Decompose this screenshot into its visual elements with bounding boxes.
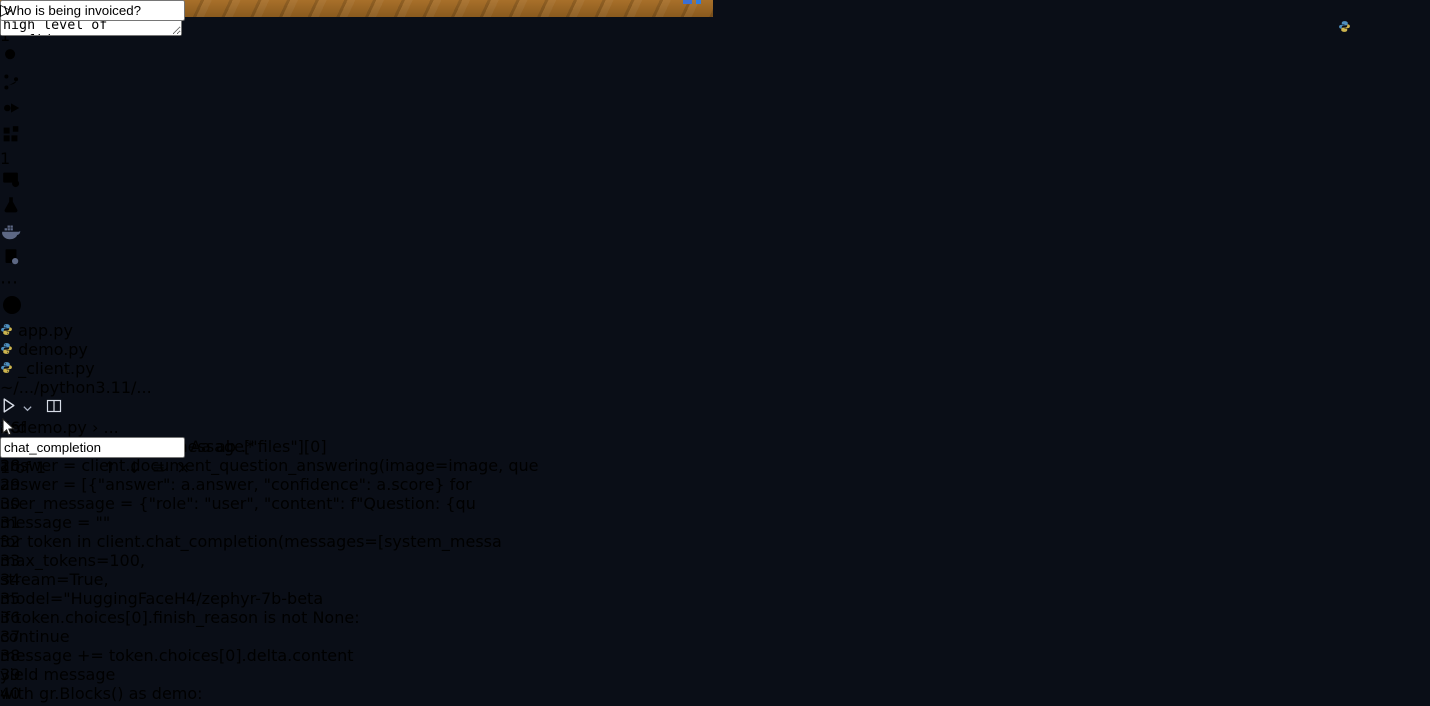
code-line[interactable]: for token in client.chat_completion(mess… <box>0 532 538 551</box>
code-line[interactable]: if token.choices[0].finish_reason is not… <box>0 608 538 627</box>
screen: Response With an extremely high level of… <box>0 0 1430 706</box>
code-line[interactable]: user_message = {"role": "user", "content… <box>0 494 538 513</box>
split-editor-button[interactable] <box>46 398 62 414</box>
code-line[interactable]: answer = [{"answer": a.answer, "confiden… <box>0 475 538 494</box>
find-widget: › Aa ab .* 1 of 1 ↑ ↓ ≡ × <box>0 418 254 477</box>
find-in-selection-icon[interactable]: ≡ <box>152 458 165 477</box>
run-dropdown-chevron-icon[interactable] <box>22 403 33 414</box>
mouse-cursor <box>0 418 18 440</box>
python-icon-partial-tab[interactable] <box>1338 20 1351 33</box>
browser-icon-fragment <box>696 0 701 4</box>
find-input[interactable] <box>0 437 185 458</box>
code-line[interactable]: continue <box>0 627 538 646</box>
desktop-gap <box>713 0 722 706</box>
tab-app-py[interactable]: app.py <box>0 321 144 340</box>
code-line[interactable]: stream=True, <box>0 570 538 589</box>
code-line[interactable]: message = "" <box>0 513 538 532</box>
whole-word-icon[interactable]: ab <box>216 437 236 456</box>
chat-input[interactable] <box>0 0 185 21</box>
match-case-icon[interactable]: Aa <box>190 437 211 456</box>
find-input-wrap: Aa ab .* <box>0 437 254 458</box>
code-line[interactable]: message += token.choices[0].delta.conten… <box>0 646 538 665</box>
next-match-icon[interactable]: ↓ <box>128 458 141 477</box>
tab-label: demo.py <box>18 340 88 359</box>
tab-client-py[interactable]: _client.py ~/.../python3.11/... <box>0 359 240 397</box>
python-icon <box>0 361 13 374</box>
regex-icon[interactable]: .* <box>241 437 254 456</box>
tab-demo-py[interactable]: demo.py <box>0 340 140 359</box>
tab-label: app.py <box>18 321 73 340</box>
tab-description: ~/.../python3.11/... <box>0 378 152 397</box>
code-line[interactable]: yield message <box>0 665 538 684</box>
python-icon <box>0 323 13 336</box>
code-line[interactable]: with gr.Blocks() as demo: <box>0 684 538 703</box>
python-icon <box>0 342 13 355</box>
code-line[interactable]: max_tokens=100, <box>0 551 538 570</box>
browser-icon-fragment <box>683 0 692 4</box>
code-line[interactable]: model="HuggingFaceH4/zephyr-7b-beta <box>0 589 538 608</box>
find-results-count: 1 of 1 <box>0 458 46 477</box>
previous-match-icon[interactable]: ↑ <box>103 458 116 477</box>
close-find-icon[interactable]: × <box>177 458 190 477</box>
run-file-button[interactable] <box>0 397 17 414</box>
send-button[interactable]: ▷ <box>0 0 12 19</box>
tab-label: _client.py <box>18 359 95 378</box>
